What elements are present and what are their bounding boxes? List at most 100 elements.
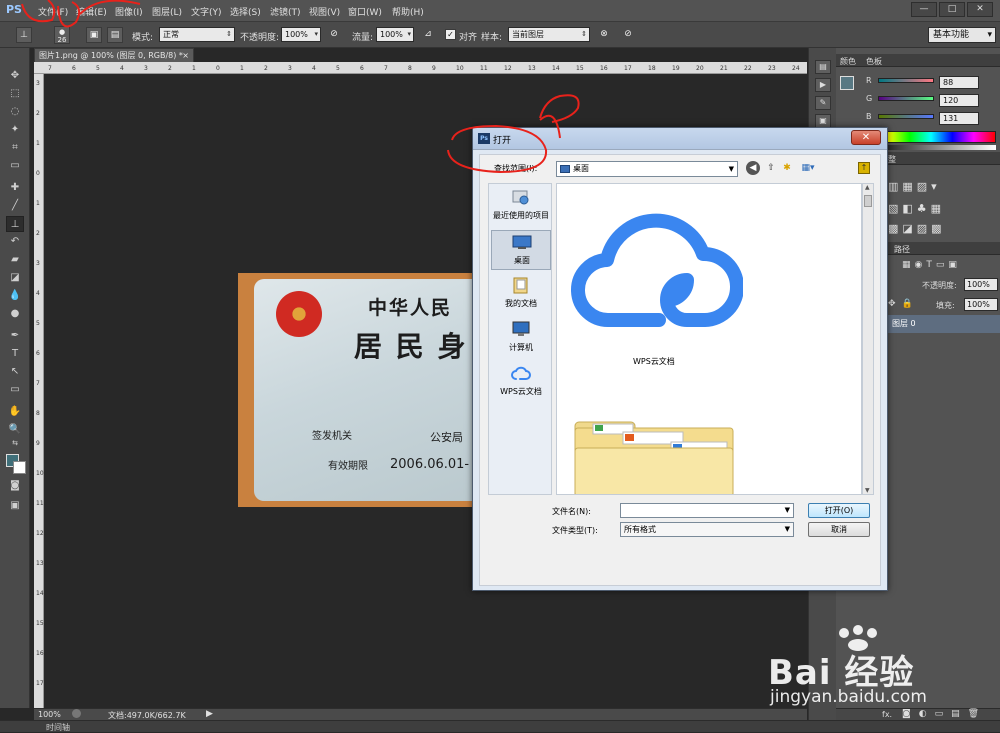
dialog-close-button[interactable]: ✕ [851, 130, 881, 145]
scrollbar-thumb[interactable] [864, 195, 872, 207]
adjustment-icons-row2[interactable]: ▧◧♣▦ [888, 202, 945, 215]
clone-stamp-tool-icon[interactable]: ⊥ [6, 216, 24, 232]
new-folder-icon[interactable]: ✱ [780, 161, 794, 175]
tab-color[interactable]: 颜色 [840, 56, 856, 67]
adjustment-icons-row3[interactable]: ▩◪▨▩ [888, 222, 946, 235]
history-panel-icon[interactable]: ▤ [815, 60, 831, 74]
view-menu-icon[interactable]: ▦▾ [798, 161, 818, 175]
adjustment-icons-row1[interactable]: ▥▦▨▾ [888, 180, 941, 193]
move-tool-icon[interactable]: ✥ [6, 68, 24, 84]
menu-file[interactable]: 文件(F) [38, 5, 68, 18]
menu-filter[interactable]: 滤镜(T) [270, 5, 301, 18]
file-item-folder[interactable] [573, 414, 743, 494]
back-icon[interactable]: ◀ [746, 161, 760, 175]
mode-select[interactable]: 正常 ⇕ [159, 27, 235, 42]
file-item-wps-cloud[interactable]: WPS云文档 [567, 194, 747, 384]
hand-tool-icon[interactable]: ✋ [6, 404, 24, 420]
pressure-size-icon[interactable]: ⊘ [620, 27, 636, 43]
place-desktop[interactable]: 桌面 [491, 230, 551, 270]
menu-help[interactable]: 帮助(H) [392, 5, 424, 18]
look-in-select[interactable]: 桌面 ▼ [556, 161, 738, 177]
tab-paths[interactable]: 路径 [894, 244, 910, 255]
restore-button[interactable]: □ [939, 2, 965, 17]
airbrush-icon[interactable]: ⊿ [420, 27, 436, 43]
r-slider[interactable] [878, 78, 934, 83]
magic-wand-tool-icon[interactable]: ✦ [6, 122, 24, 138]
brush-tool-icon[interactable]: ╱ [6, 198, 24, 214]
status-icon[interactable] [72, 709, 81, 718]
document-tab[interactable]: 图片1.png @ 100% (图层 0, RGB/8) * × [34, 48, 194, 62]
menu-select[interactable]: 选择(S) [230, 5, 261, 18]
marquee-tool-icon[interactable]: ⬚ [6, 86, 24, 102]
file-list-scrollbar[interactable]: ▲ ▼ [862, 183, 874, 495]
open-button[interactable]: 打开(O) [808, 503, 870, 518]
up-folder-icon[interactable]: ⇧ [764, 161, 778, 175]
layer-row[interactable]: 图层 0 [888, 315, 1000, 333]
eraser-tool-icon[interactable]: ▰ [6, 252, 24, 268]
place-recent[interactable]: 最近使用的项目 [491, 186, 551, 226]
layer-filter-icons[interactable]: ▦◉T▭▣ [902, 260, 961, 270]
menu-image[interactable]: 图像(I) [115, 5, 143, 18]
workspace-select[interactable]: 基本功能 ▾ [928, 27, 996, 43]
history-brush-tool-icon[interactable]: ↶ [6, 234, 24, 250]
tab-swatches[interactable]: 色板 [866, 56, 882, 67]
layer-opacity-input[interactable]: 100% [964, 278, 998, 291]
color-panel-fg-swatch[interactable] [840, 76, 854, 90]
zoom-tool-icon[interactable]: 🔍 [6, 422, 24, 438]
crop-tool-icon[interactable]: ⌗ [6, 140, 24, 156]
menu-view[interactable]: 视图(V) [309, 5, 340, 18]
zoom-level[interactable]: 100% [38, 710, 61, 719]
pressure-opacity-icon[interactable]: ⊘ [326, 27, 342, 43]
swap-colors-icon[interactable]: ⇆ [6, 438, 24, 448]
minimize-button[interactable]: — [911, 2, 937, 17]
background-color-swatch[interactable] [13, 461, 26, 474]
cancel-button[interactable]: 取消 [808, 522, 870, 537]
menu-window[interactable]: 窗口(W) [348, 5, 382, 18]
clone-source-icon[interactable]: ▣ [86, 27, 102, 43]
close-button[interactable]: ✕ [967, 2, 993, 17]
r-input[interactable]: 88 [939, 76, 979, 89]
lock-icons[interactable]: ✥🔒 [888, 299, 919, 309]
menu-layer[interactable]: 图层(L) [152, 5, 182, 18]
brush-panel-icon[interactable]: ✎ [815, 96, 831, 110]
pen-tool-icon[interactable]: ✒ [6, 328, 24, 344]
scroll-down-icon[interactable]: ▼ [865, 487, 870, 494]
filename-input[interactable]: ▼ [620, 503, 794, 518]
align-checkbox[interactable]: ✓ [445, 29, 456, 40]
ruler-tool-icon[interactable]: ▭ [6, 158, 24, 174]
b-input[interactable]: 131 [939, 112, 979, 125]
place-wps-cloud[interactable]: WPS云文档 [491, 362, 551, 402]
ignore-adjustment-icon[interactable]: ⊗ [596, 27, 612, 43]
clone-stamp-icon[interactable]: ⊥ [16, 27, 32, 43]
tab-adjustments[interactable]: 整 [888, 154, 896, 165]
close-icon[interactable]: × [182, 49, 189, 62]
brush-preset-picker[interactable]: ● 26 [54, 26, 70, 44]
dialog-titlebar[interactable]: Ps 打开 ✕ [473, 128, 887, 150]
place-computer[interactable]: 计算机 [491, 318, 551, 358]
brush-panel-icon[interactable]: ▤ [107, 27, 123, 43]
clone-source-panel-icon[interactable]: ▣ [815, 114, 831, 128]
menu-type[interactable]: 文字(Y) [191, 5, 222, 18]
healing-brush-tool-icon[interactable]: ✚ [6, 180, 24, 196]
file-list[interactable]: WPS云文档 [556, 183, 862, 495]
shape-tool-icon[interactable]: ▭ [6, 382, 24, 398]
menu-edit[interactable]: 编辑(E) [76, 5, 107, 18]
path-selection-tool-icon[interactable]: ↖ [6, 364, 24, 380]
flow-input[interactable]: 100% ▾ [376, 27, 414, 42]
type-tool-icon[interactable]: T [6, 346, 24, 362]
filetype-select[interactable]: 所有格式 ▼ [620, 522, 794, 537]
dodge-tool-icon[interactable]: ● [6, 306, 24, 322]
status-menu-arrow-icon[interactable]: ▶ [206, 709, 213, 719]
screen-mode-icon[interactable]: ▣ [6, 498, 24, 514]
layer-fill-input[interactable]: 100% [964, 298, 998, 311]
b-slider[interactable] [878, 114, 934, 119]
lasso-tool-icon[interactable]: ◌ [6, 104, 24, 120]
timeline-tab[interactable]: 时间轴 [46, 722, 70, 733]
quick-mask-icon[interactable]: ◙ [6, 478, 24, 494]
opacity-input[interactable]: 100% ▾ [281, 27, 321, 42]
sample-select[interactable]: 当前图层 ⇕ [508, 27, 590, 42]
gradient-tool-icon[interactable]: ◪ [6, 270, 24, 286]
place-documents[interactable]: 我的文档 [491, 274, 551, 314]
actions-panel-icon[interactable]: ▶ [815, 78, 831, 92]
folder-up-icon[interactable]: ↑ [858, 162, 870, 174]
